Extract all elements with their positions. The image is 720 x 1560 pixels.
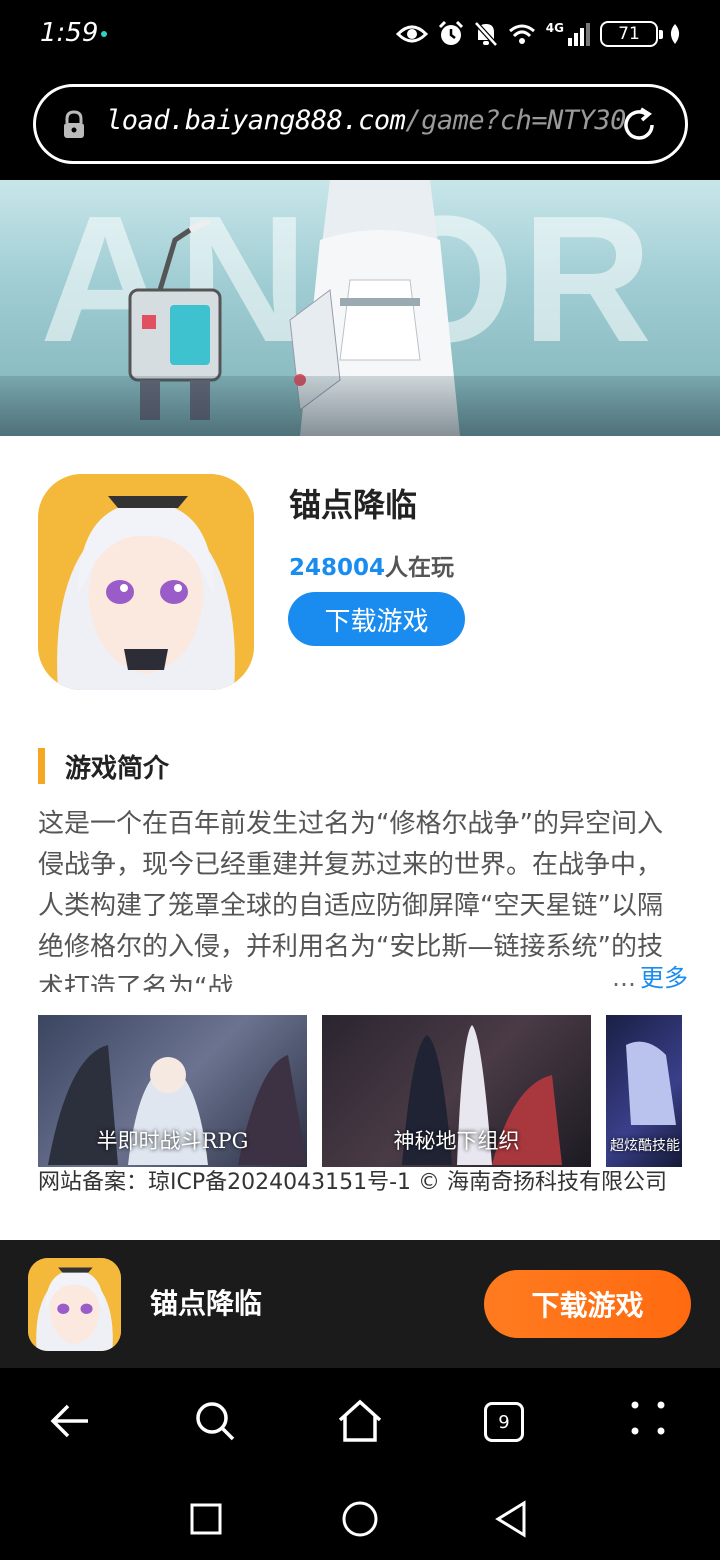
screenshot-3[interactable]: 超炫酷技能 全3D xyxy=(606,1015,682,1167)
reload-icon[interactable] xyxy=(619,105,659,145)
icp-record: 网站备案：琼ICP备2024043151号-1 © 海南奇扬科技有限公司 xyxy=(38,1170,668,1195)
section-title: 游戏简介 xyxy=(65,753,170,784)
section-accent-bar xyxy=(38,748,45,784)
game-detail: 锚点降临 248004人在玩 下载游戏 游戏简介 这是一个在百年前发生过名为“修… xyxy=(0,436,720,1240)
status-time: 1:59 xyxy=(40,18,99,48)
game-icon-small xyxy=(28,1258,121,1351)
banner-floor xyxy=(0,376,720,436)
screenshot-1[interactable]: 半即时战斗RPG xyxy=(38,1015,307,1167)
wifi-icon xyxy=(508,24,535,44)
players-number: 248004 xyxy=(289,555,386,581)
intro-heading: 游戏简介 xyxy=(38,748,169,784)
address-bar[interactable]: load.baiyang888.com/game?ch=NTY30G xyxy=(33,84,688,164)
recent-apps-icon[interactable] xyxy=(189,1502,223,1536)
bottom-download-bar: 锚点降临 下载游戏 xyxy=(0,1240,720,1368)
screenshot-caption: 超炫酷技能 全3D xyxy=(610,1138,682,1154)
search-button[interactable] xyxy=(192,1398,242,1448)
leaf-icon xyxy=(670,24,680,44)
status-bar: 1:59 4G 71 xyxy=(0,0,720,68)
back-arrow-icon xyxy=(50,1404,88,1438)
home-icon xyxy=(338,1399,382,1442)
tabs-button[interactable]: 9 xyxy=(484,1402,534,1452)
banner-image: AN OR xyxy=(0,180,720,436)
network-type: 4G xyxy=(545,21,564,35)
bell-off-icon xyxy=(473,21,498,47)
battery-level: 71 xyxy=(618,24,640,44)
players-count: 248004人在玩 xyxy=(289,548,454,582)
battery-indicator: 71 xyxy=(600,21,663,47)
more-dots-icon xyxy=(631,1401,665,1435)
bottom-bar-title: 锚点降临 xyxy=(150,1287,263,1320)
address-bar-area: load.baiyang888.com/game?ch=NTY30G xyxy=(0,68,720,180)
signal-icon xyxy=(568,23,590,46)
search-icon xyxy=(196,1402,235,1441)
tab-count: 9 xyxy=(484,1402,524,1442)
url-host: load.baiyang888.com xyxy=(106,105,406,136)
screenshot-2[interactable]: 神秘地下组织 xyxy=(322,1015,591,1167)
players-suffix: 人在玩 xyxy=(385,555,455,581)
back-button[interactable] xyxy=(48,1398,98,1448)
url-path: /game?ch=NTY30G xyxy=(405,105,626,136)
home-circle-icon[interactable] xyxy=(341,1500,379,1538)
ellipsis: … xyxy=(612,964,636,992)
home-button[interactable] xyxy=(336,1398,386,1448)
screenshot-caption: 神秘地下组织 xyxy=(393,1129,520,1153)
system-navigation xyxy=(0,1478,720,1560)
eye-icon xyxy=(395,25,428,43)
browser-toolbar: 9 xyxy=(0,1368,720,1478)
download-button[interactable]: 下载游戏 xyxy=(288,592,465,646)
more-label: 更多 xyxy=(640,964,688,992)
intro-text: 这是一个在百年前发生过名为“修格尔战争”的异空间入侵战争，现今已经重建并复苏过来… xyxy=(38,809,663,992)
status-icons: 4G 71 xyxy=(395,18,682,50)
game-title: 锚点降临 xyxy=(289,486,418,524)
more-link[interactable]: … 更多 xyxy=(608,958,688,993)
screenshot-gallery[interactable]: 半即时战斗RPG 神秘地下组织 超炫酷技能 全3D xyxy=(38,1015,682,1167)
screenshot-caption: 半即时战斗RPG xyxy=(96,1129,249,1153)
back-triangle-icon[interactable] xyxy=(494,1500,528,1538)
url-text[interactable]: load.baiyang888.com/game?ch=NTY30G xyxy=(106,105,626,145)
notification-dot xyxy=(101,31,107,37)
lock-icon xyxy=(64,110,84,138)
menu-button[interactable] xyxy=(628,1398,678,1448)
game-icon xyxy=(38,474,254,690)
alarm-icon xyxy=(438,21,463,45)
bottom-download-button[interactable]: 下载游戏 xyxy=(484,1270,691,1338)
